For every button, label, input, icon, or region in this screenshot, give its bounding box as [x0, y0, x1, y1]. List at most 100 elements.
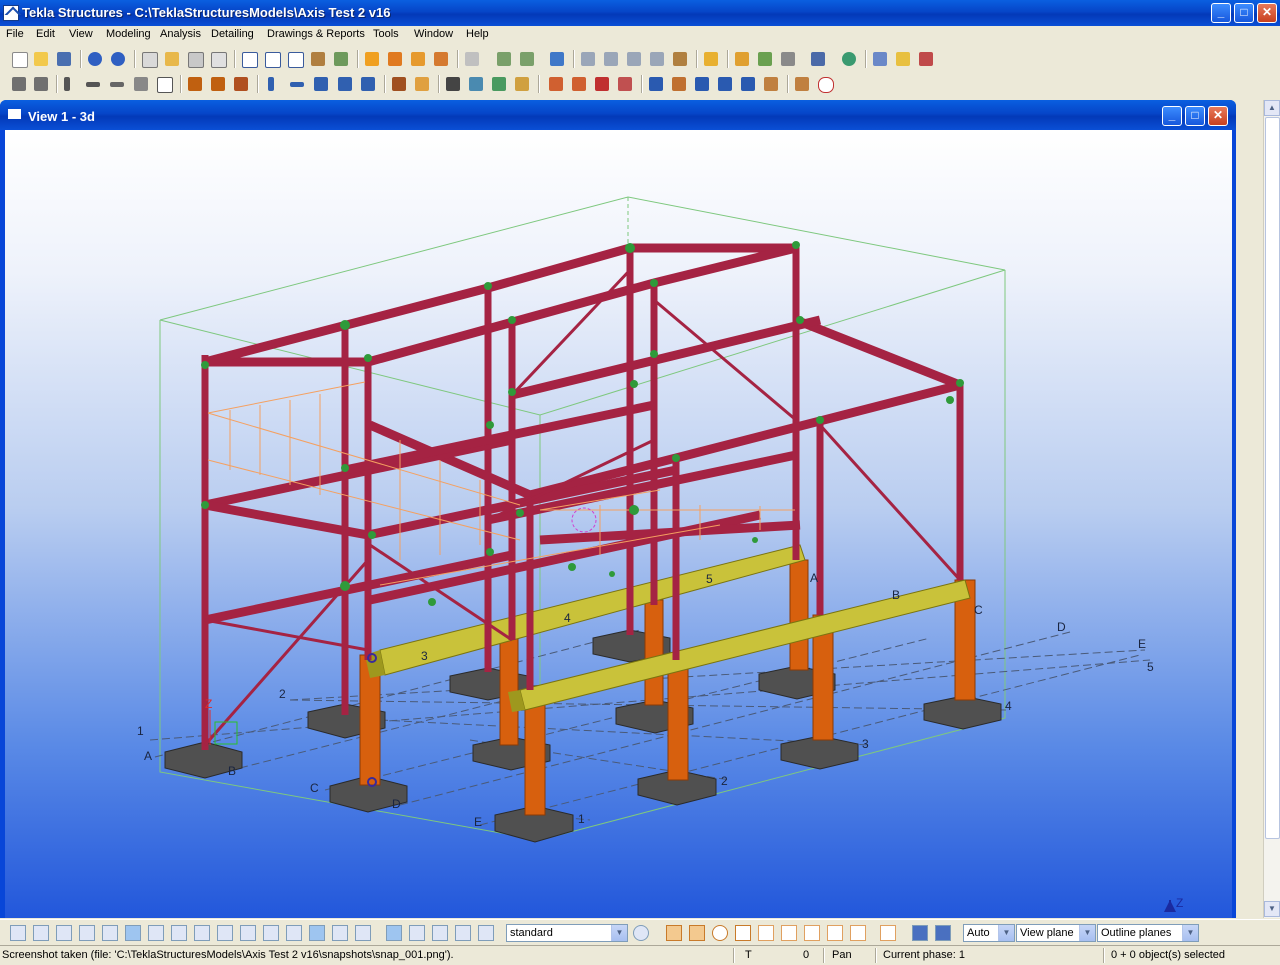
concrete-beam-icon[interactable]	[290, 82, 304, 87]
snap-reference-icon[interactable]	[386, 925, 402, 941]
menu-modeling[interactable]: Modeling	[106, 28, 151, 40]
binoculars-icon[interactable]	[446, 77, 460, 91]
cut-part-icon[interactable]	[492, 77, 506, 91]
macro-icon[interactable]	[896, 52, 910, 66]
organizer-icon[interactable]	[758, 52, 772, 66]
view-properties-icon[interactable]	[288, 52, 304, 68]
select-assembly-mode-icon[interactable]	[309, 925, 325, 941]
select-all-icon[interactable]	[10, 925, 26, 941]
undo-icon[interactable]	[88, 52, 102, 66]
snap-any-position-icon[interactable]	[850, 925, 866, 941]
new-model-icon[interactable]	[12, 52, 28, 68]
measure-angle-icon[interactable]	[650, 52, 664, 66]
construction-circle-icon[interactable]	[818, 77, 834, 93]
applications-icon[interactable]	[919, 52, 933, 66]
properties-icon[interactable]	[211, 52, 227, 68]
work-plane-select[interactable]: Outline planes ▼	[1097, 924, 1199, 942]
point-extension-icon[interactable]	[741, 77, 755, 91]
strip-footing-icon[interactable]	[211, 77, 225, 91]
maximize-button[interactable]: □	[1234, 3, 1254, 23]
concrete-polybeam-icon[interactable]	[314, 77, 328, 91]
web-icon[interactable]	[842, 52, 856, 66]
measure-bolt-icon[interactable]	[673, 52, 687, 66]
menu-window[interactable]: Window	[414, 28, 453, 40]
measure-horizontal-icon[interactable]	[581, 52, 595, 66]
menu-drawings-reports[interactable]: Drawings & Reports	[267, 28, 365, 40]
construction-line-icon[interactable]	[795, 77, 809, 91]
select-assembly-icon[interactable]	[520, 52, 534, 66]
snap-plane-select[interactable]: View plane ▼	[1016, 924, 1096, 942]
view-maximize-button[interactable]: □	[1185, 106, 1205, 126]
plate-icon[interactable]	[157, 77, 173, 93]
select-objects-icon[interactable]	[497, 52, 511, 66]
snap-points-icon[interactable]	[432, 925, 448, 941]
remove-from-assembly-icon[interactable]	[618, 77, 632, 91]
snap-centers-icon[interactable]	[478, 925, 494, 941]
cut-icon[interactable]	[311, 52, 325, 66]
model-3d-drawing[interactable]: Z A B C D E A B C D E 1 2 3 4 5 1 2 3 4 …	[5, 130, 1232, 918]
3d-viewport[interactable]: Z A B C D E A B C D E 1 2 3 4 5 1 2 3 4 …	[5, 130, 1232, 918]
slab-icon[interactable]	[134, 77, 148, 91]
measure-free-icon[interactable]	[627, 52, 641, 66]
menu-view[interactable]: View	[69, 28, 93, 40]
chevron-down-icon[interactable]: ▼	[611, 925, 627, 941]
polybeam-icon[interactable]	[110, 82, 124, 87]
select-components-icon[interactable]	[240, 925, 256, 941]
menu-file[interactable]: File	[6, 28, 24, 40]
component-icon[interactable]	[465, 52, 479, 66]
minimize-button[interactable]: _	[1211, 3, 1231, 23]
snap-reference-lines-icon[interactable]	[666, 925, 682, 941]
create-drawing-icon[interactable]	[411, 52, 425, 66]
select-reinforcing-icon[interactable]	[263, 925, 279, 941]
add-point-icon[interactable]	[649, 77, 663, 91]
snap-midpoint-icon[interactable]	[804, 925, 820, 941]
filter-settings-icon[interactable]	[633, 925, 649, 941]
point-projected-icon[interactable]	[764, 77, 778, 91]
select-views-icon[interactable]	[194, 925, 210, 941]
column-icon[interactable]	[64, 77, 70, 91]
chevron-down-icon[interactable]: ▼	[1182, 925, 1198, 941]
inquire-icon[interactable]	[550, 52, 564, 66]
combine-icon[interactable]	[572, 77, 586, 91]
point-intersection-icon[interactable]	[718, 77, 732, 91]
select-surface-icon[interactable]	[56, 925, 72, 941]
phase-icon[interactable]	[704, 52, 718, 66]
menu-edit[interactable]: Edit	[36, 28, 55, 40]
tekla-app-icon[interactable]	[3, 5, 19, 21]
snap-intersection-icon[interactable]	[758, 925, 774, 941]
lock-icon[interactable]	[12, 77, 26, 91]
snap-extension-icon[interactable]	[827, 925, 843, 941]
model-sharing-icon[interactable]	[811, 52, 825, 66]
select-grid-lines-icon[interactable]	[125, 925, 141, 941]
snap-grid-icon[interactable]	[912, 925, 928, 941]
beam-icon[interactable]	[86, 82, 100, 87]
view-close-button[interactable]: ✕	[1208, 106, 1228, 126]
snap-geometry-icon[interactable]	[409, 925, 425, 941]
snap-triangle-icon[interactable]	[735, 925, 751, 941]
snap-depth-select[interactable]: Auto ▼	[963, 924, 1015, 942]
unlock-icon[interactable]	[34, 77, 48, 91]
view-window-icon[interactable]	[8, 109, 21, 119]
print-icon[interactable]	[188, 52, 204, 68]
select-bolts-icon[interactable]	[217, 925, 233, 941]
chevron-down-icon[interactable]: ▼	[998, 925, 1014, 941]
drawing-list-icon[interactable]	[388, 52, 402, 66]
mdi-vertical-scrollbar[interactable]: ▲ ▼	[1263, 100, 1280, 918]
open-folder-icon[interactable]	[165, 52, 179, 66]
weld-icon[interactable]	[415, 77, 429, 91]
close-button[interactable]: ✕	[1257, 3, 1277, 23]
chevron-down-icon[interactable]: ▼	[1079, 925, 1095, 941]
numbering-icon[interactable]	[365, 52, 379, 66]
copy-icon[interactable]	[142, 52, 158, 68]
clip-plane-icon[interactable]	[334, 52, 348, 66]
open-icon[interactable]	[34, 52, 48, 66]
concrete-slab-icon[interactable]	[338, 77, 352, 91]
fitting-icon[interactable]	[469, 77, 483, 91]
catalog-icon[interactable]	[781, 52, 795, 66]
redo-icon[interactable]	[111, 52, 125, 66]
menu-help[interactable]: Help	[466, 28, 489, 40]
snap-geometry-lines-icon[interactable]	[689, 925, 705, 941]
clash-check-icon[interactable]	[735, 52, 749, 66]
menu-tools[interactable]: Tools	[373, 28, 399, 40]
select-grids-icon[interactable]	[102, 925, 118, 941]
